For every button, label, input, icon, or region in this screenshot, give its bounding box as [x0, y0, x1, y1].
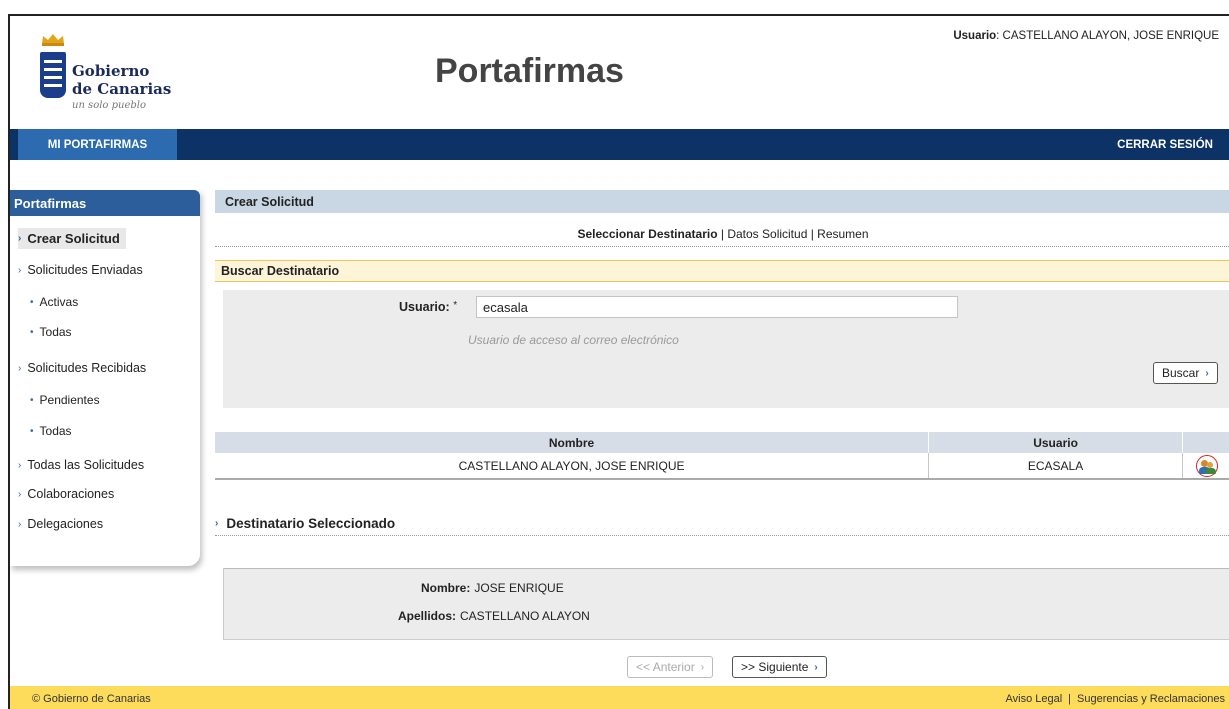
- buscar-button[interactable]: Buscar ›: [1153, 362, 1218, 384]
- logout-link[interactable]: CERRAR SESIÓN: [1117, 129, 1213, 160]
- crown-icon: [42, 34, 64, 46]
- required-mark: *: [453, 300, 458, 311]
- sidebar: Portafirmas › Crear Solicitud › Solicitu…: [10, 190, 200, 566]
- nombre-label: Nombre:: [421, 581, 471, 595]
- sidebar-item-enviadas-activas[interactable]: • Activas: [30, 295, 78, 309]
- footer-separator: |: [1068, 693, 1072, 705]
- search-section-title: Buscar Destinatario: [215, 260, 1229, 282]
- sugerencias-link[interactable]: Sugerencias y Reclamaciones: [1077, 693, 1225, 705]
- results-table: Nombre Usuario CASTELLANO ALAYON, JOSE E…: [215, 432, 1229, 480]
- apellidos-label: Apellidos:: [398, 609, 457, 623]
- usuario-hint: Usuario de acceso al correo electrónico: [468, 333, 679, 347]
- column-header-usuario[interactable]: Usuario: [928, 432, 1183, 453]
- chevron-right-icon: ›: [215, 518, 219, 529]
- chevron-right-icon: ›: [18, 518, 22, 530]
- column-header-select: [1182, 432, 1229, 453]
- usuario-label: Usuario: *: [399, 300, 457, 314]
- divider: [215, 535, 1229, 536]
- app-frame: Gobierno de Canarias un solo pueblo Port…: [8, 14, 1229, 709]
- buscar-button-label: Buscar: [1162, 366, 1200, 380]
- sidebar-item-recibidas-pendientes[interactable]: • Pendientes: [30, 393, 100, 407]
- selected-apellidos: Apellidos: CASTELLANO ALAYON: [398, 609, 590, 623]
- sidebar-item-label: Todas: [39, 325, 72, 339]
- sidebar-item-enviadas-todas[interactable]: • Todas: [30, 325, 72, 339]
- step-seleccionar-destinatario: Seleccionar Destinatario: [577, 227, 718, 241]
- usuario-label-text: Usuario:: [399, 300, 450, 314]
- sidebar-item-colaboraciones[interactable]: › Colaboraciones: [18, 487, 114, 501]
- sidebar-item-solicitudes-recibidas[interactable]: › Solicitudes Recibidas: [18, 361, 146, 375]
- sidebar-item-todas-las-solicitudes[interactable]: › Todas las Solicitudes: [18, 458, 144, 472]
- cell-select: [1182, 453, 1229, 480]
- sidebar-item-recibidas-todas[interactable]: • Todas: [30, 424, 72, 438]
- sidebar-item-label: Solicitudes Recibidas: [27, 361, 147, 375]
- selected-recipient-panel: Nombre: JOSE ENRIQUE Apellidos: CASTELLANO…: [223, 568, 1229, 640]
- sidebar-item-label: Todas las Solicitudes: [27, 458, 145, 472]
- logo-line1: Gobierno: [72, 62, 150, 80]
- sidebar-item-delegaciones[interactable]: › Delegaciones: [18, 517, 103, 531]
- sidebar-item-label: Crear Solicitud: [27, 231, 120, 246]
- selected-recipient-title-text: Destinatario Seleccionado: [226, 516, 396, 531]
- header: Gobierno de Canarias un solo pueblo Port…: [10, 16, 1229, 129]
- aviso-legal-link[interactable]: Aviso Legal: [1006, 693, 1063, 705]
- footer-links: Aviso Legal | Sugerencias y Reclamaciones: [1006, 693, 1226, 705]
- chevron-right-icon: ›: [18, 362, 22, 374]
- table-row[interactable]: CASTELLANO ALAYON, JOSE ENRIQUE ECASALA: [215, 453, 1229, 480]
- sidebar-item-label: Colaboraciones: [27, 487, 115, 501]
- step-datos-solicitud: Datos Solicitud: [727, 227, 808, 241]
- chevron-right-icon: ›: [1205, 367, 1209, 379]
- chevron-right-icon: ›: [18, 264, 22, 276]
- cell-nombre: CASTELLANO ALAYON, JOSE ENRIQUE: [215, 453, 930, 480]
- apellidos-value: CASTELLANO ALAYON: [460, 609, 590, 623]
- selected-recipient-title: › Destinatario Seleccionado: [215, 516, 395, 531]
- chevron-right-icon: ›: [700, 661, 705, 673]
- chevron-right-icon: ›: [18, 233, 22, 244]
- gobierno-canarias-logo[interactable]: Gobierno de Canarias un solo pueblo: [36, 32, 186, 122]
- chevron-right-icon: ›: [814, 661, 818, 673]
- sidebar-item-label: Delegaciones: [27, 517, 104, 531]
- sidebar-title: Portafirmas: [10, 190, 200, 216]
- divider: [215, 246, 1229, 247]
- anterior-button-label: << Anterior: [636, 660, 695, 674]
- footer: © Gobierno de Canarias Aviso Legal | Suger…: [10, 686, 1229, 709]
- sidebar-item-crear-solicitud[interactable]: › Crear Solicitud: [18, 228, 126, 249]
- step-resumen: Resumen: [817, 227, 869, 241]
- bullet-icon: •: [30, 326, 34, 338]
- sidebar-item-label: Solicitudes Enviadas: [27, 263, 143, 277]
- top-navbar: MI PORTAFIRMAS CERRAR SESIÓN: [10, 129, 1229, 160]
- shield-icon: [40, 52, 66, 98]
- anterior-button[interactable]: << Anterior ›: [627, 656, 714, 678]
- selected-nombre: Nombre: JOSE ENRIQUE: [421, 581, 564, 595]
- cell-usuario: ECASALA: [928, 453, 1183, 480]
- copyright: © Gobierno de Canarias: [32, 693, 151, 705]
- sidebar-item-label: Pendientes: [39, 393, 100, 407]
- user-label: Usuario: [953, 30, 997, 42]
- tab-mi-portafirmas[interactable]: MI PORTAFIRMAS: [18, 129, 177, 160]
- sidebar-item-label: Activas: [39, 295, 79, 309]
- usuario-search-input[interactable]: [476, 296, 958, 318]
- current-user: Usuario: CASTELLANO ALAYON, JOSE ENRIQUE: [953, 30, 1219, 42]
- select-user-icon[interactable]: [1195, 454, 1218, 477]
- siguiente-button-label: >> Siguiente: [741, 660, 809, 674]
- app-title: Portafirmas: [435, 52, 624, 90]
- step-separator: |: [717, 227, 728, 241]
- bullet-icon: •: [30, 296, 34, 308]
- search-panel: Usuario: * Usuario de acceso al correo e…: [223, 290, 1229, 408]
- nombre-value: JOSE ENRIQUE: [474, 581, 564, 595]
- user-name: : CASTELLANO ALAYON, JOSE ENRIQUE: [996, 30, 1219, 42]
- bullet-icon: •: [30, 425, 34, 437]
- bullet-icon: •: [30, 394, 34, 406]
- step-separator: |: [807, 227, 818, 241]
- logo-line2: de Canarias: [72, 80, 172, 98]
- wizard-steps: Seleccionar Destinatario | Datos Solicit…: [215, 227, 1229, 241]
- column-header-nombre[interactable]: Nombre: [215, 432, 930, 453]
- section-title: Crear Solicitud: [215, 190, 1229, 213]
- sidebar-item-solicitudes-enviadas[interactable]: › Solicitudes Enviadas: [18, 263, 143, 277]
- logo-tagline: un solo pueblo: [72, 100, 146, 111]
- chevron-right-icon: ›: [18, 459, 22, 471]
- siguiente-button[interactable]: >> Siguiente ›: [732, 656, 827, 678]
- chevron-right-icon: ›: [18, 488, 22, 500]
- sidebar-item-label: Todas: [39, 424, 72, 438]
